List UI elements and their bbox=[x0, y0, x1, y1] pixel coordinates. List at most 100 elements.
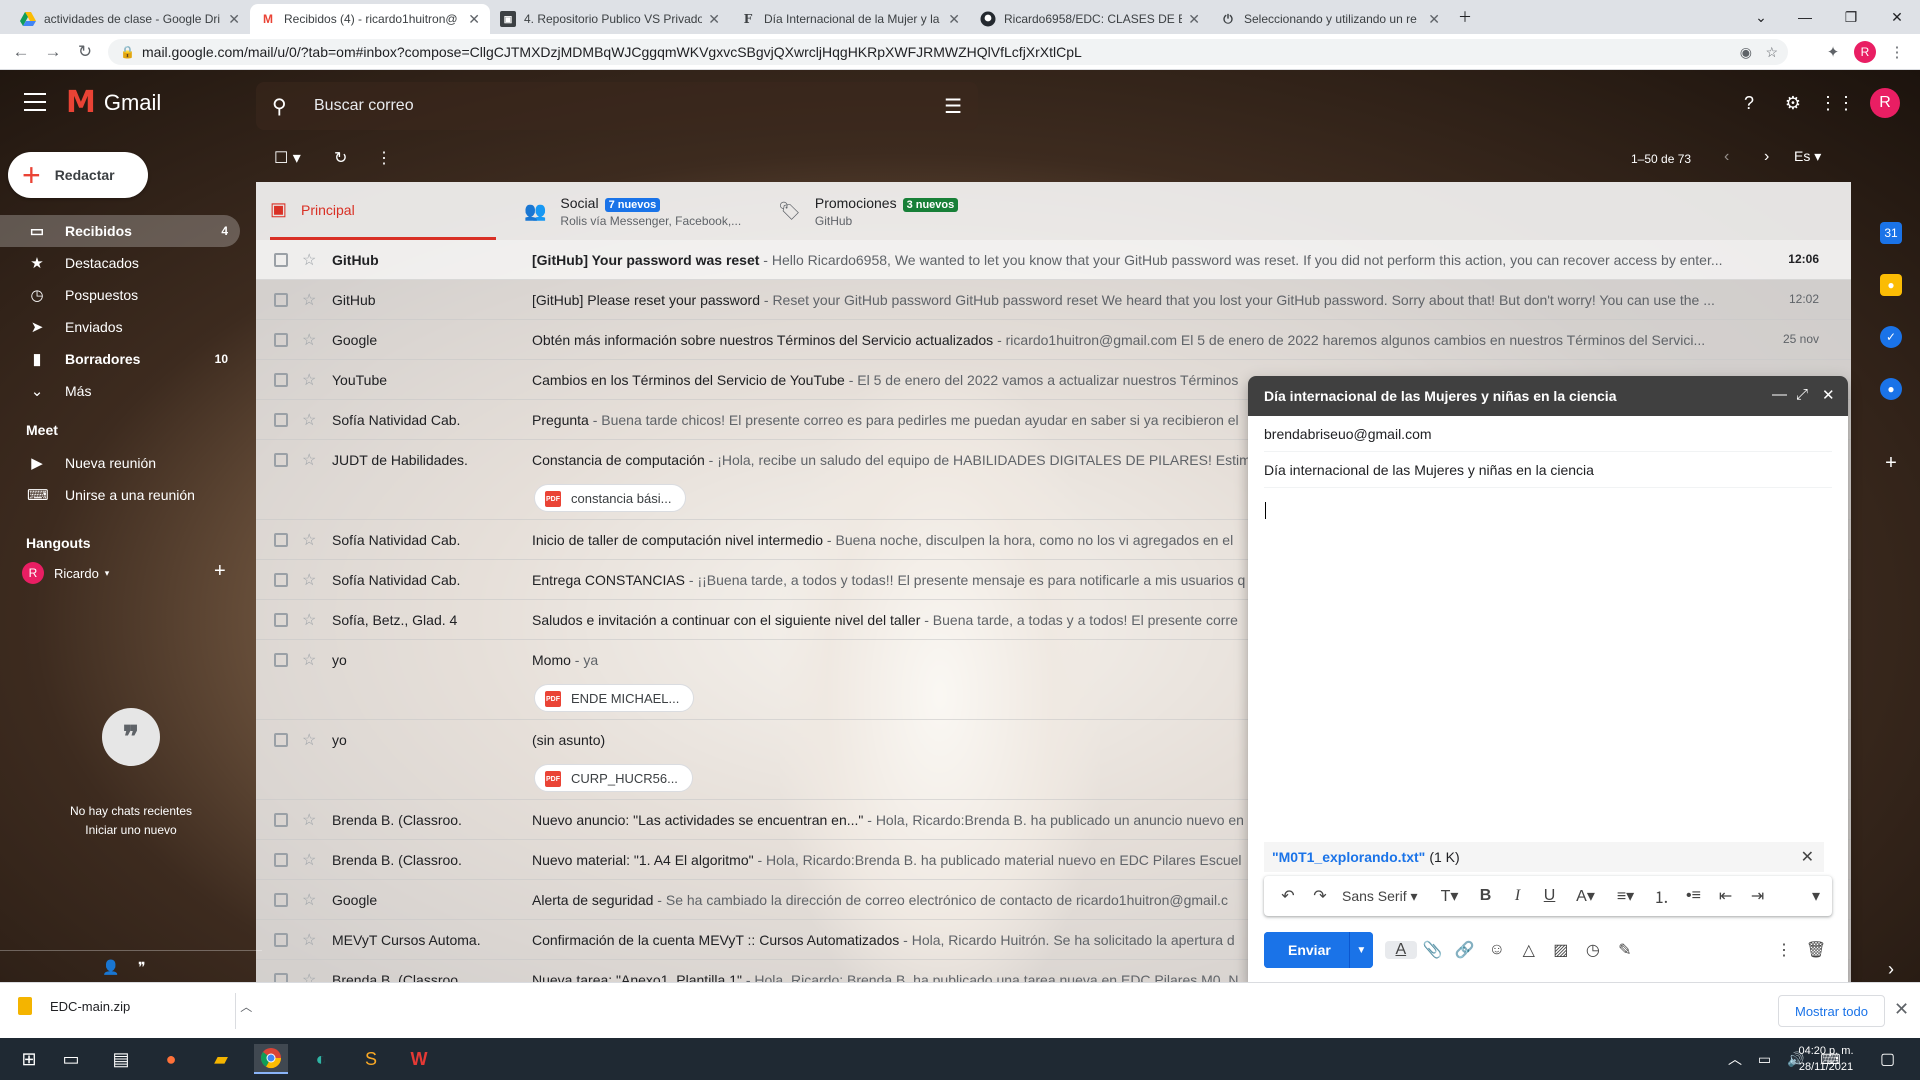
expand-panel-icon[interactable]: › bbox=[1880, 958, 1902, 980]
close-tab-icon[interactable]: ✕ bbox=[708, 11, 720, 28]
row-checkbox[interactable] bbox=[274, 373, 288, 387]
input-language-selector[interactable]: Es ▾ bbox=[1794, 148, 1821, 165]
show-all-button[interactable]: Mostrar todo bbox=[1778, 995, 1885, 1027]
wps-icon[interactable]: W bbox=[404, 1044, 434, 1074]
star-icon[interactable]: ☆ bbox=[302, 330, 316, 350]
email-row[interactable]: ☆ GitHub [GitHub] Please reset your passwo… bbox=[256, 280, 1851, 320]
fullscreen-compose-icon[interactable]: ⤢ bbox=[1796, 386, 1808, 403]
row-checkbox[interactable] bbox=[274, 893, 288, 907]
row-checkbox[interactable] bbox=[274, 413, 288, 427]
taskbar-clock[interactable]: 04:20 p. m. 28/11/2021 bbox=[1788, 1043, 1864, 1075]
row-checkbox[interactable] bbox=[274, 533, 288, 547]
browser-tab[interactable]: F Día Internacional de la Mujer y la ✕ bbox=[730, 4, 970, 34]
download-item[interactable]: EDC-main.zip ︿ bbox=[18, 997, 252, 1015]
attachment-name[interactable]: "M0T1_explorando.txt" bbox=[1272, 849, 1425, 865]
new-meeting-item[interactable]: ▶ Nueva reunión bbox=[0, 447, 240, 479]
star-icon[interactable]: ☆ bbox=[302, 730, 316, 750]
tab-social[interactable]: 👥 Social 7 nuevos Rolis vía Messenger, Fa… bbox=[524, 182, 754, 240]
attachment-chip[interactable]: PDF CURP_HUCR56... bbox=[534, 764, 693, 792]
star-icon[interactable]: ☆ bbox=[302, 530, 316, 550]
profile-avatar[interactable]: R bbox=[1854, 41, 1876, 63]
new-tab-button[interactable]: ＋ bbox=[1442, 0, 1488, 34]
text-color-icon[interactable]: A▾ bbox=[1566, 886, 1606, 906]
attachment-chip[interactable]: PDF ENDE MICHAEL... bbox=[534, 684, 695, 712]
contacts-side-icon[interactable]: ● bbox=[1880, 378, 1902, 400]
chevron-up-icon[interactable]: ︿ bbox=[240, 998, 252, 1015]
row-checkbox[interactable] bbox=[274, 853, 288, 867]
browser-tab[interactable]: ⏻ Seleccionando y utilizando un re ✕ bbox=[1210, 4, 1450, 34]
email-row[interactable]: ☆ GitHub [GitHub] Your password was reset … bbox=[256, 240, 1851, 280]
search-icon[interactable]: ⚲ bbox=[272, 94, 287, 119]
indent-less-icon[interactable]: ⇤ bbox=[1710, 886, 1742, 906]
star-icon[interactable]: ☆ bbox=[302, 810, 316, 830]
close-compose-icon[interactable]: ✕ bbox=[1822, 386, 1835, 404]
task-view-icon[interactable]: ▭ bbox=[56, 1044, 86, 1074]
star-icon[interactable]: ☆ bbox=[302, 410, 316, 430]
prev-page-icon[interactable]: ‹ bbox=[1724, 148, 1729, 166]
help-icon[interactable]: ? bbox=[1736, 90, 1762, 116]
star-icon[interactable]: ☆ bbox=[302, 930, 316, 950]
browser-tab-active[interactable]: M Recibidos (4) - ricardo1huitron@ ✕ bbox=[250, 4, 490, 34]
nav-item-drafts[interactable]: ▮ Borradores 10 bbox=[0, 343, 240, 375]
close-shelf-icon[interactable]: ✕ bbox=[1894, 999, 1909, 1020]
message-body[interactable] bbox=[1264, 496, 1832, 796]
address-bar[interactable]: 🔒 mail.google.com/mail/u/0/?tab=om#inbox… bbox=[108, 39, 1788, 65]
add-addon-icon[interactable]: + bbox=[1880, 452, 1902, 474]
align-icon[interactable]: ≡▾ bbox=[1606, 886, 1646, 906]
more-options-icon[interactable]: ⋮ bbox=[1768, 940, 1800, 960]
next-page-icon[interactable]: › bbox=[1764, 148, 1769, 166]
keep-icon[interactable]: ● bbox=[1880, 274, 1902, 296]
row-checkbox[interactable] bbox=[274, 653, 288, 667]
discard-draft-icon[interactable]: 🗑 bbox=[1800, 940, 1832, 960]
contacts-icon[interactable]: 👤 bbox=[102, 959, 119, 976]
bulleted-list-icon[interactable]: •≡ bbox=[1678, 887, 1710, 905]
row-checkbox[interactable] bbox=[274, 293, 288, 307]
tab-promociones[interactable]: 🏷 Promociones 3 nuevos GitHub bbox=[778, 182, 1008, 240]
forward-icon[interactable]: → bbox=[42, 41, 64, 63]
windows-start-icon[interactable]: ⊞ bbox=[14, 1044, 44, 1074]
nav-item-starred[interactable]: ★ Destacados bbox=[0, 247, 240, 279]
start-new-chat-link[interactable]: Iniciar uno nuevo bbox=[0, 821, 262, 840]
join-meeting-item[interactable]: ⌨ Unirse a una reunión bbox=[0, 479, 240, 511]
drive-icon[interactable]: △ bbox=[1513, 940, 1545, 960]
schedule-send-icon[interactable]: ▼ bbox=[1348, 932, 1373, 968]
row-checkbox[interactable] bbox=[274, 573, 288, 587]
undo-icon[interactable]: ↶ bbox=[1272, 886, 1304, 906]
star-icon[interactable]: ☆ bbox=[302, 890, 316, 910]
gmail-logo[interactable]: M Gmail bbox=[66, 88, 161, 118]
star-icon[interactable]: ☆ bbox=[302, 370, 316, 390]
star-icon[interactable]: ☆ bbox=[302, 290, 316, 310]
terminal-icon[interactable]: ▤ bbox=[106, 1044, 136, 1074]
browser-tab[interactable]: actividades de clase - Google Dri ✕ bbox=[10, 4, 250, 34]
tasks-icon[interactable]: ✓ bbox=[1880, 326, 1902, 348]
italic-icon[interactable]: I bbox=[1502, 887, 1534, 905]
to-recipient[interactable]: brendabriseuo@gmail.com bbox=[1264, 426, 1432, 442]
file-explorer-icon[interactable]: ▰ bbox=[206, 1044, 236, 1074]
bookmark-star-icon[interactable]: ☆ bbox=[1765, 44, 1778, 61]
star-icon[interactable]: ☆ bbox=[302, 610, 316, 630]
new-chat-plus-icon[interactable]: + bbox=[214, 560, 226, 583]
close-window-button[interactable]: ✕ bbox=[1874, 0, 1920, 34]
row-checkbox[interactable] bbox=[274, 253, 288, 267]
hangouts-user[interactable]: R Ricardo ▾ bbox=[22, 562, 109, 584]
row-checkbox[interactable] bbox=[274, 933, 288, 947]
close-tab-icon[interactable]: ✕ bbox=[228, 11, 240, 28]
more-actions-icon[interactable]: ⋮ bbox=[376, 148, 392, 168]
star-icon[interactable]: ☆ bbox=[302, 650, 316, 670]
star-icon[interactable]: ☆ bbox=[302, 570, 316, 590]
row-checkbox[interactable] bbox=[274, 973, 288, 982]
insert-photo-icon[interactable]: ▨ bbox=[1545, 940, 1577, 960]
remove-attachment-icon[interactable]: ✕ bbox=[1801, 847, 1814, 867]
more-formatting-icon[interactable]: ▾ bbox=[1800, 886, 1832, 906]
chrome-taskbar-icon[interactable] bbox=[254, 1044, 288, 1074]
extensions-icon[interactable]: ✦ bbox=[1822, 41, 1844, 63]
refresh-icon[interactable]: ↻ bbox=[334, 148, 347, 168]
star-icon[interactable]: ☆ bbox=[302, 850, 316, 870]
to-field[interactable]: brendabriseuo@gmail.com bbox=[1264, 416, 1832, 452]
nav-item-more[interactable]: ⌄ Más bbox=[0, 375, 240, 407]
font-size-icon[interactable]: T▾ bbox=[1430, 886, 1470, 906]
nav-item-sent[interactable]: ➤ Enviados bbox=[0, 311, 240, 343]
insert-link-icon[interactable]: 🔗 bbox=[1449, 940, 1481, 960]
firefox-icon[interactable]: ● bbox=[156, 1044, 186, 1074]
chat-quote-icon[interactable]: ❞ bbox=[138, 959, 146, 976]
